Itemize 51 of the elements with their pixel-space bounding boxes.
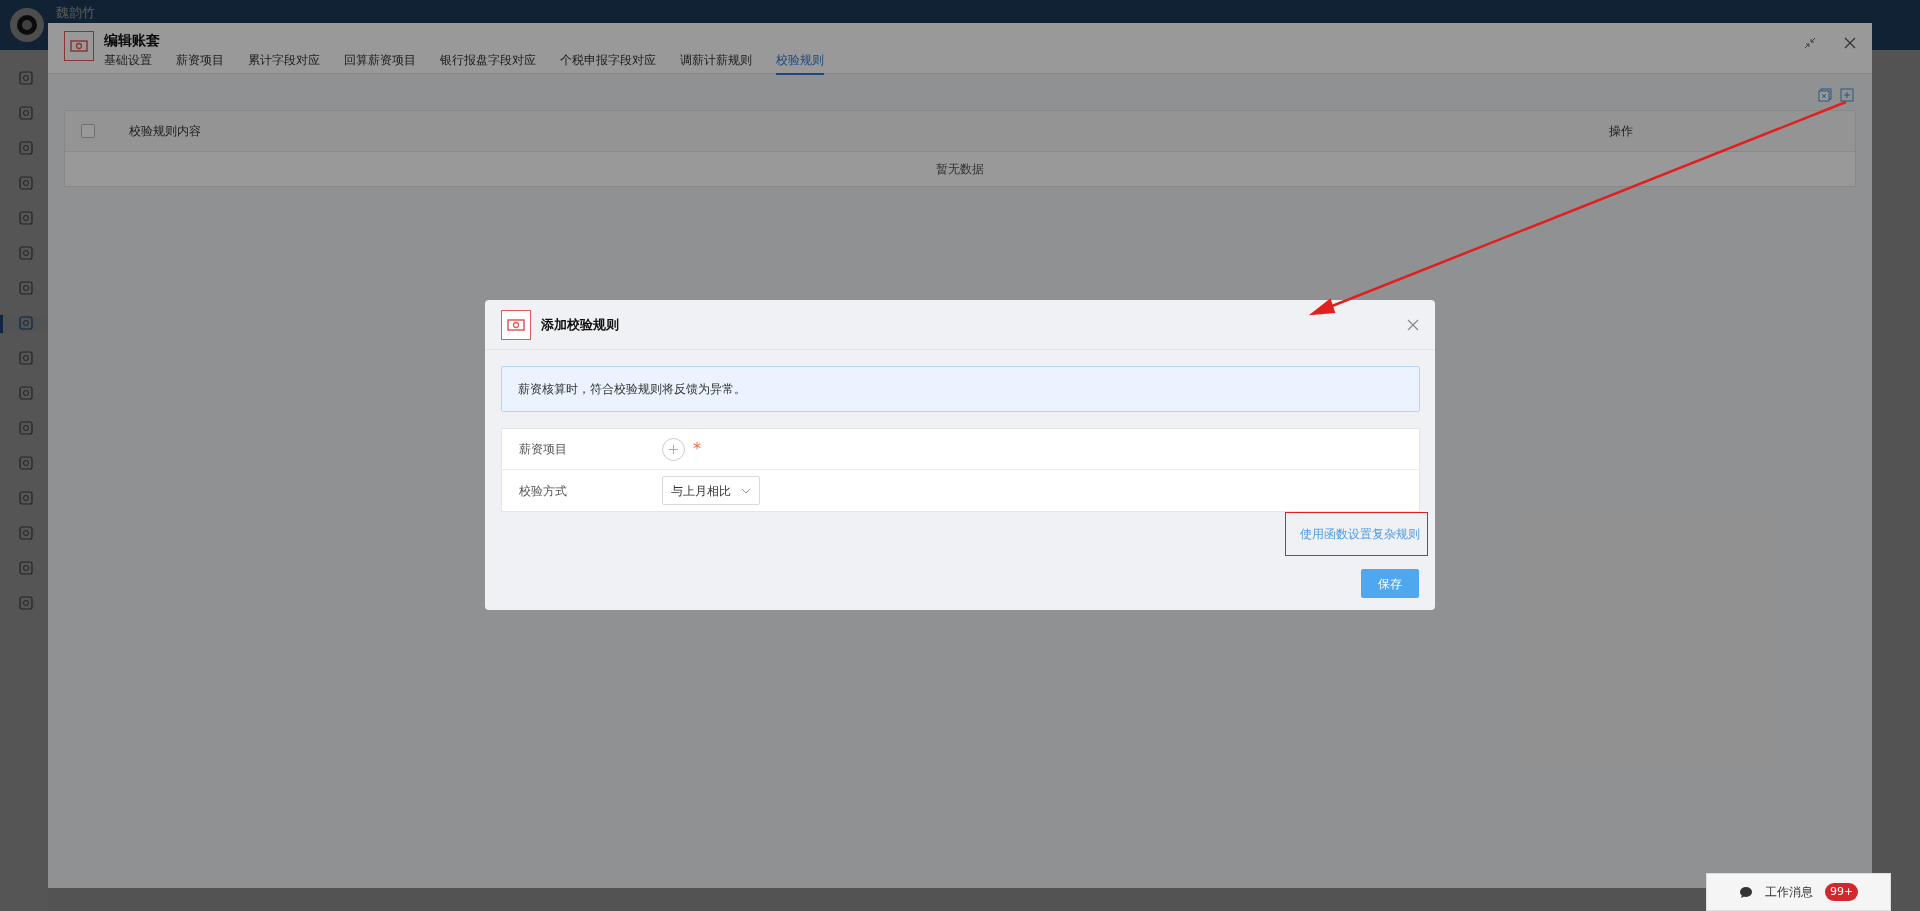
add-button[interactable] [662, 437, 685, 461]
menu-icon [17, 245, 34, 261]
select-field[interactable]: 与上月相比 [662, 476, 760, 505]
tab[interactable]: 调薪计薪规则 [680, 51, 752, 75]
menu-icon [17, 350, 34, 366]
chevron-down-icon [741, 487, 751, 494]
menu-icon [17, 560, 34, 576]
message-bar[interactable]: 工作消息 99+ [1706, 873, 1891, 911]
tab[interactable]: 校验规则 [776, 51, 824, 75]
field-label: 薪资项目 [518, 441, 568, 458]
plus-icon [669, 444, 678, 454]
menu-icon [17, 385, 34, 401]
menu-icon [17, 525, 34, 541]
required-mark: * [693, 441, 701, 457]
avatar-icon[interactable] [10, 8, 44, 42]
money-icon [64, 31, 94, 61]
tab[interactable]: 基础设置 [104, 51, 152, 75]
count-badge: 99+ [1824, 882, 1859, 902]
sidebar-item[interactable] [0, 315, 48, 333]
message-label: 工作消息 [1764, 884, 1813, 901]
menu-icon [17, 140, 34, 156]
delete-icon[interactable] [1818, 88, 1832, 102]
menu-icon [17, 595, 34, 611]
empty-message: 暂无数据 [936, 161, 984, 178]
menu-icon [17, 490, 34, 506]
notice-text: 薪资核算时，符合校验规则将反馈为异常。 [518, 381, 746, 398]
chat-icon [1738, 885, 1753, 899]
add-icon[interactable] [1840, 88, 1854, 102]
close-icon[interactable] [1844, 37, 1856, 49]
window-title: 编辑账套 [104, 31, 161, 49]
menu-icon [17, 70, 34, 86]
tab[interactable]: 银行报盘字段对应 [440, 51, 536, 75]
menu-icon [17, 175, 34, 191]
tab[interactable]: 薪资项目 [176, 51, 224, 75]
tab[interactable]: 累计字段对应 [248, 51, 320, 75]
tab[interactable]: 回算薪资项目 [344, 51, 416, 75]
menu-icon [17, 210, 34, 226]
menu-icon [17, 420, 34, 436]
menu-icon [17, 455, 34, 471]
checkbox[interactable] [81, 124, 95, 138]
tab[interactable]: 个税申报字段对应 [560, 51, 656, 75]
menu-icon [17, 315, 34, 331]
money-icon [501, 309, 531, 340]
menu-icon [17, 280, 34, 296]
menu-icon [17, 105, 34, 121]
dialog-title: 添加校验规则 [541, 315, 620, 334]
column-header: 校验规则内容 [129, 123, 202, 140]
close-icon[interactable] [1407, 318, 1419, 331]
collapse-icon[interactable] [1804, 37, 1816, 49]
field-label: 校验方式 [518, 482, 568, 500]
column-header: 操作 [1609, 123, 1633, 140]
